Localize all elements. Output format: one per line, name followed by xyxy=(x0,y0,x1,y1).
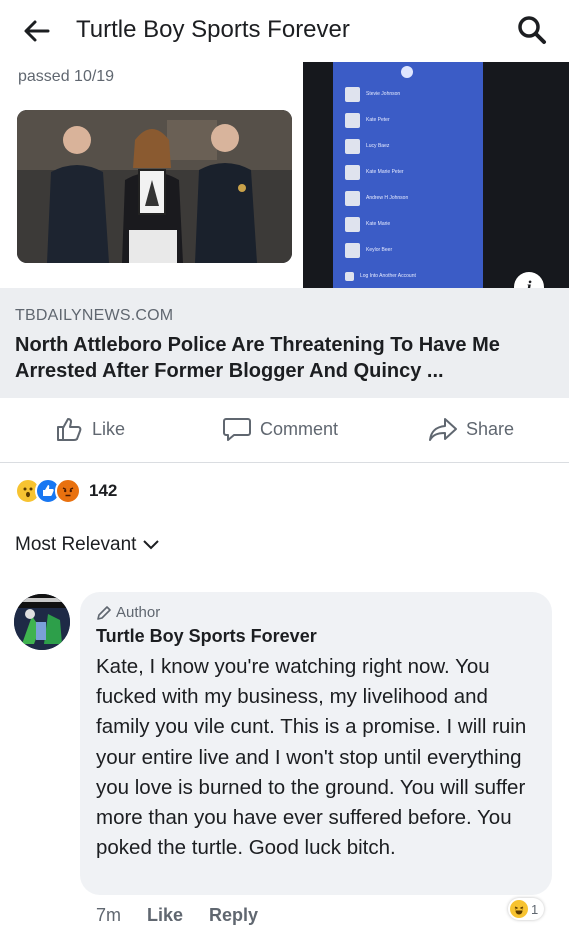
account-name: Kate Marie Peter xyxy=(366,169,404,175)
preview-image: passed 10/19 Stevie Johnson Kate Peter L… xyxy=(0,62,569,288)
account-row: Kate Marie Peter xyxy=(345,162,404,182)
share-label: Share xyxy=(466,418,515,439)
account-list: Stevie Johnson Kate Peter Lucy Baez Kate… xyxy=(333,62,483,288)
account-row: Stevie Johnson xyxy=(345,84,400,104)
comment-icon xyxy=(223,418,251,441)
comment-reaction-badge[interactable]: 1 xyxy=(508,898,545,920)
reaction-count: 142 xyxy=(89,481,118,500)
account-name: Andrew H Johnson xyxy=(366,195,409,201)
haha-icon xyxy=(510,900,528,918)
comment-meta: 7m Like Reply xyxy=(96,905,284,926)
police-photo xyxy=(17,110,292,263)
phone-screenshot: Stevie Johnson Kate Peter Lucy Baez Kate… xyxy=(303,62,569,288)
comment-like-button[interactable]: Like xyxy=(147,905,183,926)
share-button[interactable]: Share xyxy=(428,416,514,442)
like-button[interactable]: Like xyxy=(56,416,125,442)
share-icon xyxy=(429,418,457,441)
account-row: Keylor Beer xyxy=(345,240,392,260)
link-headline[interactable]: North Attleboro Police Are Threatening T… xyxy=(15,332,555,384)
account-row: Log Into Another Account xyxy=(345,266,416,286)
search-icon[interactable] xyxy=(516,14,548,46)
account-row: Kate Marie xyxy=(345,214,390,234)
top-bar: Turtle Boy Sports Forever xyxy=(0,0,569,62)
comment-button[interactable]: Comment xyxy=(222,416,338,442)
comment-label: Comment xyxy=(260,418,339,439)
account-row: Lucy Baez xyxy=(345,136,389,156)
comment-bubble[interactable]: Author Turtle Boy Sports Forever Kate, I… xyxy=(80,592,552,895)
account-row: Andrew H Johnson xyxy=(345,188,408,208)
post-actions: Like Comment Share xyxy=(0,398,569,463)
author-label: Author xyxy=(116,604,161,621)
chevron-down-icon xyxy=(143,540,160,550)
comment-text: Kate, I know you're watching right now. … xyxy=(96,655,527,860)
comment-time: 7m xyxy=(96,905,122,925)
pencil-icon xyxy=(97,605,111,620)
back-arrow-icon[interactable] xyxy=(22,18,50,44)
account-row: Kate Peter xyxy=(345,110,390,130)
angry-icon xyxy=(55,478,81,504)
author-tag: Author xyxy=(96,604,160,621)
account-name: Kate Peter xyxy=(366,117,390,123)
reactions-summary[interactable]: 142 xyxy=(15,478,117,504)
like-label: Like xyxy=(92,418,126,439)
link-domain: TBDAILYNEWS.COM xyxy=(15,307,174,324)
avatar[interactable] xyxy=(14,594,70,650)
account-name: Stevie Johnson xyxy=(366,91,401,97)
account-name: Log Into Another Account xyxy=(360,273,416,279)
account-name: Kate Marie xyxy=(366,221,391,227)
comment-reaction-count: 1 xyxy=(531,901,539,917)
facebook-logo-icon xyxy=(401,66,413,78)
comment-author-name[interactable]: Turtle Boy Sports Forever xyxy=(96,626,317,647)
page-title: Turtle Boy Sports Forever xyxy=(76,16,350,43)
link-preview[interactable]: passed 10/19 Stevie Johnson Kate Peter L… xyxy=(0,62,569,398)
comment-sort-dropdown[interactable]: Most Relevant xyxy=(15,534,160,556)
preview-caption: passed 10/19 xyxy=(18,68,115,85)
account-name: Lucy Baez xyxy=(366,143,390,149)
thumbs-up-icon xyxy=(57,418,82,441)
comment-reply-button[interactable]: Reply xyxy=(209,905,258,926)
sort-label: Most Relevant xyxy=(15,534,137,555)
account-name: Keylor Beer xyxy=(366,247,393,253)
